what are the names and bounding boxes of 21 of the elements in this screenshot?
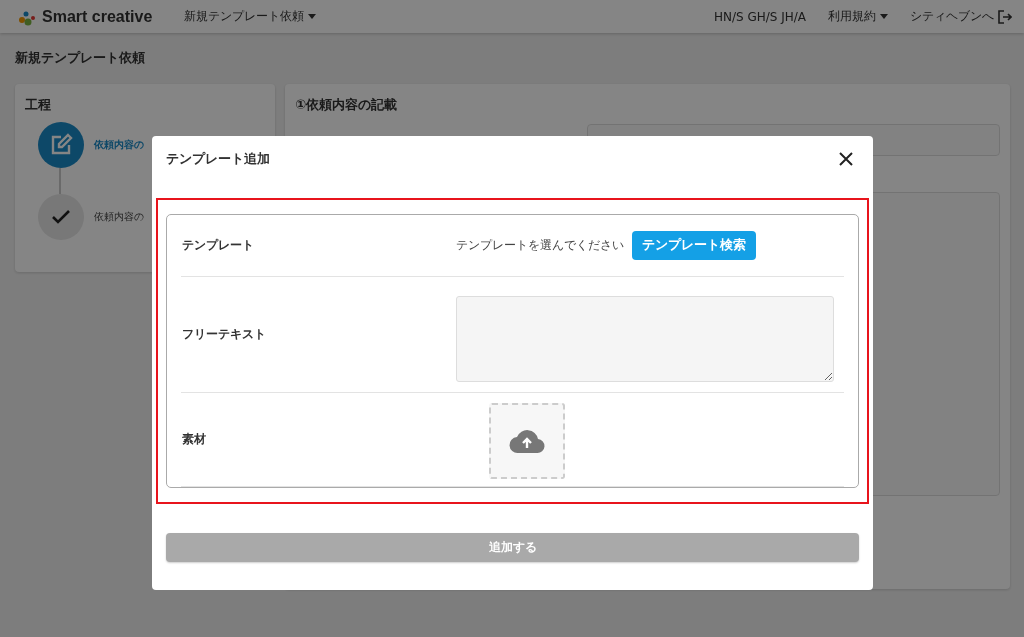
nav-link[interactable]: 利用規約 [828,8,888,25]
modal-title: テンプレート追加 [166,150,270,168]
cloud-upload-icon [509,428,545,454]
field-label: フリーテキスト [181,326,267,343]
close-button[interactable] [837,150,855,168]
card-title: 工程 [25,96,52,114]
logo[interactable]: Smart creative [42,7,153,26]
logout-icon [998,9,1012,24]
page-title: 新規テンプレート依頼 [14,49,146,67]
card-title: ①依頼内容の記載 [295,96,398,114]
field-label: テンプレート [181,237,255,254]
nav-link[interactable]: シティヘブンへ [910,8,1012,25]
step-label[interactable]: 依頼内容の [94,138,144,152]
nav-link[interactable]: HN/S GH/S JH/A [713,9,806,24]
nav-link[interactable]: 新規テンプレート依頼 [184,8,317,25]
edit-icon [49,133,73,157]
upload-button[interactable] [489,403,565,479]
field-label: 素材 [181,431,207,448]
hint-text: テンプレートを選んでください [456,237,624,254]
step-label[interactable]: 依頼内容の [94,210,144,224]
search-button[interactable]: テンプレート検索 [632,231,756,260]
